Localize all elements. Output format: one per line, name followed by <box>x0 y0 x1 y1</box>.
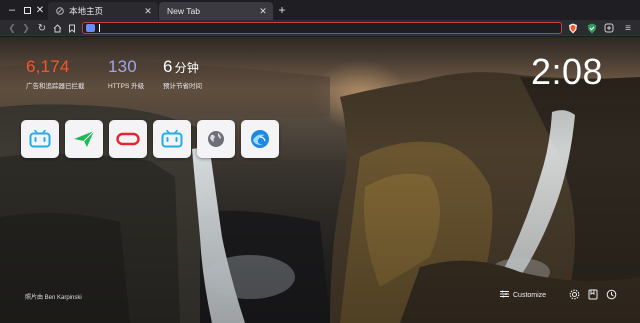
swirl-icon <box>251 130 269 148</box>
tab-title: 本地主页 <box>69 6 104 16</box>
top-site-tile[interactable] <box>241 120 279 158</box>
ads-blocked-label: 广告和追踪器已拦截 <box>26 83 85 90</box>
settings-gear-icon[interactable] <box>568 288 580 300</box>
address-bar[interactable] <box>82 22 562 34</box>
top-site-tile[interactable] <box>153 120 191 158</box>
globe-icon <box>208 131 224 147</box>
top-sites <box>21 120 279 158</box>
minimize-icon[interactable]: – <box>5 3 19 17</box>
ads-blocked-stat: 6,174 广告和追踪器已拦截 <box>26 57 85 90</box>
time-saved-stat: 6 分钟 预计节省时间 <box>163 57 202 90</box>
sliders-icon <box>500 290 509 300</box>
photo-credit[interactable]: 照片由 Ben Karpinski <box>25 292 82 301</box>
https-upgrades-count: 130 <box>108 57 137 76</box>
customize-label: Customize <box>513 291 547 299</box>
page-favicon-icon <box>56 7 64 15</box>
brave-shields-icon[interactable] <box>567 22 579 34</box>
bookmark-icon[interactable] <box>66 22 78 34</box>
site-info-icon[interactable] <box>86 24 95 32</box>
extension-icon[interactable] <box>603 22 615 34</box>
time-saved-value: 6 分钟 <box>163 57 202 77</box>
toolbar: ❮ ❯ ↻ ≡ <box>0 20 640 36</box>
tab-title: New Tab <box>167 6 200 16</box>
send-arrow-icon <box>74 130 95 147</box>
tab-new-tab[interactable]: New Tab ✕ <box>159 2 273 20</box>
time-saved-number: 6 <box>163 57 173 76</box>
top-site-tile[interactable] <box>21 120 59 158</box>
maximize-icon[interactable] <box>20 3 34 17</box>
bilibili-icon <box>161 130 183 148</box>
time-saved-label: 预计节省时间 <box>163 83 202 90</box>
close-window-icon[interactable]: ✕ <box>33 3 47 17</box>
menu-icon[interactable]: ≡ <box>622 22 634 34</box>
back-icon[interactable]: ❮ <box>6 22 18 34</box>
history-icon[interactable] <box>605 288 617 300</box>
top-site-tile[interactable] <box>109 120 147 158</box>
forward-icon[interactable]: ❯ <box>20 22 32 34</box>
bookmarks-icon[interactable] <box>587 288 599 300</box>
top-site-tile[interactable] <box>197 120 235 158</box>
tab-local-home[interactable]: 本地主页 ✕ <box>48 2 158 20</box>
brave-rewards-icon[interactable] <box>586 22 598 34</box>
https-upgrades-label: HTTPS 升级 <box>108 83 145 90</box>
top-site-tile[interactable] <box>65 120 103 158</box>
time-saved-unit: 分钟 <box>174 61 200 75</box>
clock: 2:08 <box>531 51 604 92</box>
new-tab-page: 6,174 广告和追踪器已拦截 130 HTTPS 升级 6 分钟 预计节省时间 … <box>0 37 640 323</box>
home-icon[interactable] <box>51 22 63 34</box>
url-input[interactable] <box>98 23 558 33</box>
reload-icon[interactable]: ↻ <box>36 22 48 34</box>
new-tab-button[interactable]: + <box>276 3 288 17</box>
bilibili-icon <box>29 130 51 148</box>
https-upgrades-stat: 130 HTTPS 升级 <box>108 57 144 90</box>
close-tab-icon[interactable]: ✕ <box>143 6 153 16</box>
close-tab-icon[interactable]: ✕ <box>258 6 268 16</box>
tab-strip: – ✕ 本地主页 ✕ New Tab ✕ + <box>0 0 640 20</box>
customize-button[interactable]: Customize <box>500 288 546 302</box>
oppo-icon <box>116 132 140 146</box>
ads-blocked-count: 6,174 <box>26 57 70 76</box>
